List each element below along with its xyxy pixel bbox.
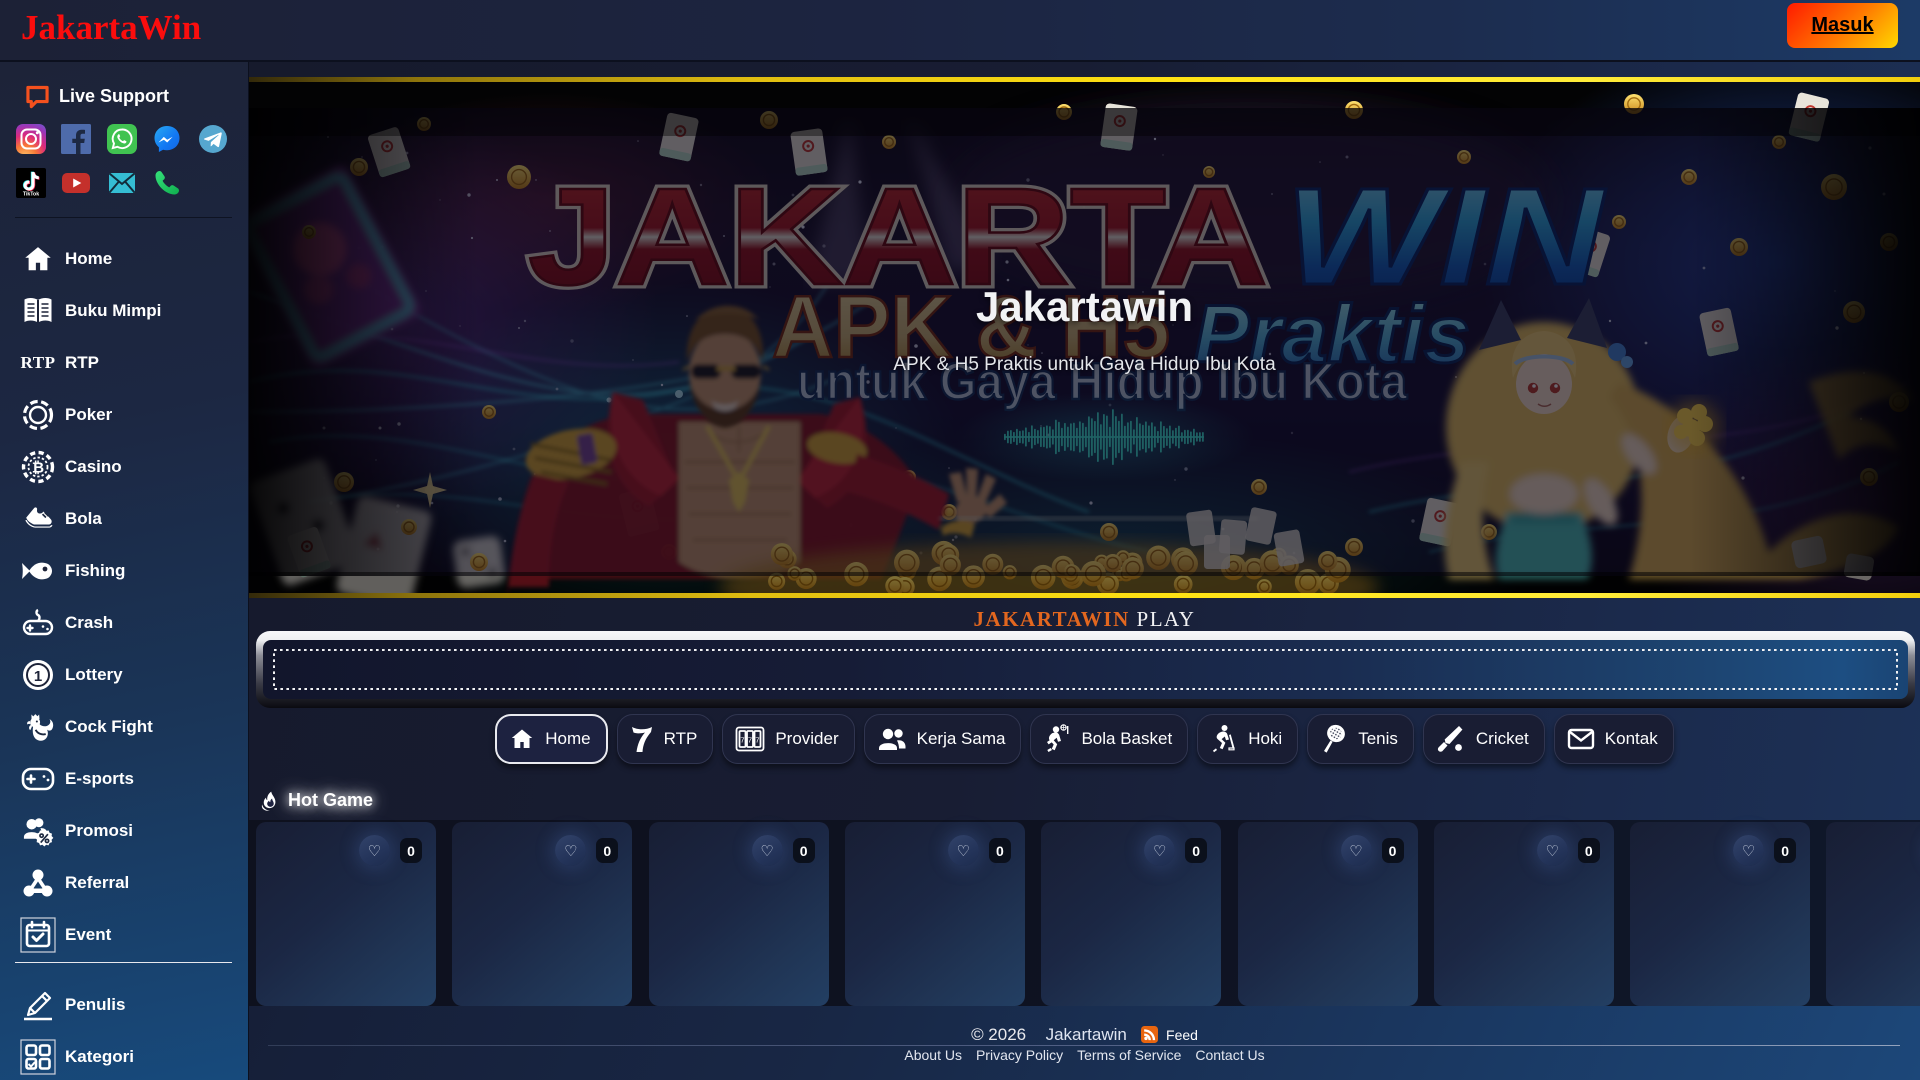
svg-text:7: 7 [741,736,745,745]
svg-text:7: 7 [756,736,760,745]
svg-text:1: 1 [34,668,42,685]
svg-text:₿: ₿ [32,460,44,477]
svg-text:TikTok: TikTok [23,192,39,198]
svg-text:7: 7 [748,736,752,745]
